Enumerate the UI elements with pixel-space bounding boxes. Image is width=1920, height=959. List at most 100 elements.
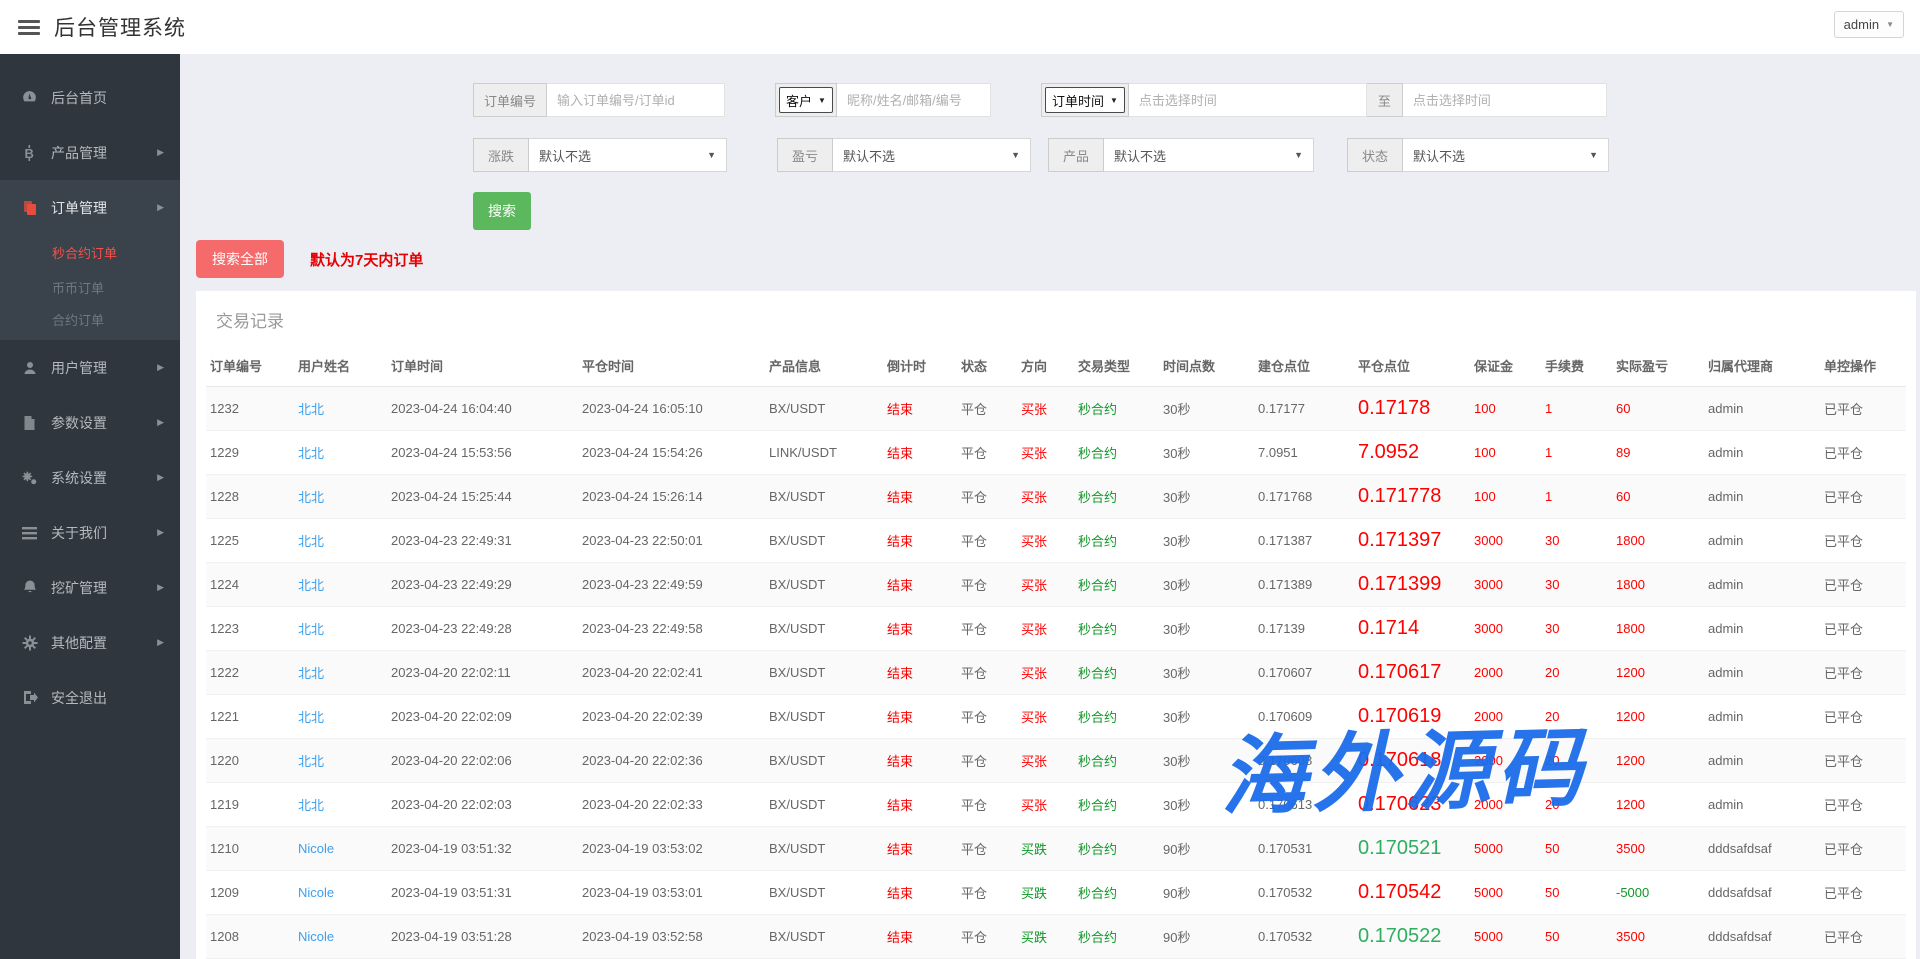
cell-type: 秒合约 — [1074, 431, 1159, 475]
cell-close_price: 0.171397 — [1354, 519, 1470, 563]
cell-profit: 1200 — [1612, 783, 1704, 827]
user-link[interactable]: 北北 — [298, 622, 324, 637]
cell-open_time: 2023-04-24 16:04:40 — [387, 387, 578, 431]
cell-id: 1223 — [206, 607, 294, 651]
user-link[interactable]: Nicole — [298, 841, 334, 856]
cell-direction: 买跌 — [1017, 915, 1074, 959]
product-select[interactable]: 默认不选 ▼ — [1104, 138, 1314, 172]
menu-toggle-icon[interactable] — [18, 17, 40, 38]
profit-select[interactable]: 默认不选 ▼ — [833, 138, 1031, 172]
cell-product: BX/USDT — [765, 475, 883, 519]
table-row: 1225北北2023-04-23 22:49:312023-04-23 22:5… — [206, 519, 1906, 563]
user-link[interactable]: 北北 — [298, 534, 324, 549]
cell-seconds: 90秒 — [1159, 915, 1254, 959]
cell-close_price: 0.170617 — [1354, 651, 1470, 695]
cell-direction: 买张 — [1017, 387, 1074, 431]
cell-status: 平仓 — [957, 827, 1017, 871]
cell-close_time: 2023-04-20 22:02:41 — [578, 651, 765, 695]
cell-fee: 1 — [1541, 387, 1612, 431]
sidebar-item-orders[interactable]: 订单管理 ▶ — [0, 180, 180, 235]
user-dropdown[interactable]: admin ▼ — [1834, 11, 1904, 38]
cell-fee: 20 — [1541, 695, 1612, 739]
time-end-input[interactable] — [1403, 83, 1607, 117]
cell-margin: 100 — [1470, 475, 1541, 519]
cell-agent: admin — [1704, 651, 1820, 695]
order-time-select[interactable]: 订单时间 ▼ — [1045, 87, 1125, 113]
updown-select[interactable]: 默认不选 ▼ — [529, 138, 727, 172]
cell-countdown: 结束 — [883, 871, 957, 915]
user-link[interactable]: 北北 — [298, 578, 324, 593]
cell-seconds: 90秒 — [1159, 871, 1254, 915]
cell-seconds: 30秒 — [1159, 695, 1254, 739]
cell-name: 北北 — [294, 431, 387, 475]
column-header: 平仓时间 — [578, 346, 765, 387]
cell-name: 北北 — [294, 607, 387, 651]
table-row: 1223北北2023-04-23 22:49:282023-04-23 22:4… — [206, 607, 1906, 651]
cell-product: BX/USDT — [765, 607, 883, 651]
chevron-right-icon: ▶ — [157, 527, 164, 538]
chevron-down-icon: ▼ — [1886, 20, 1894, 29]
cell-countdown: 结束 — [883, 695, 957, 739]
filter-order-no: 订单编号 — [473, 83, 725, 117]
cell-open_time: 2023-04-19 03:51:28 — [387, 915, 578, 959]
bitcoin-icon: B — [21, 144, 38, 161]
user-link[interactable]: 北北 — [298, 490, 324, 505]
customer-select[interactable]: 客户 ▼ — [779, 87, 833, 113]
order-no-input[interactable] — [547, 83, 725, 117]
cell-profit: 60 — [1612, 387, 1704, 431]
sidebar-item-about[interactable]: 关于我们 ▶ — [0, 505, 180, 560]
cell-countdown: 结束 — [883, 431, 957, 475]
cell-profit: 1200 — [1612, 651, 1704, 695]
user-link[interactable]: 北北 — [298, 446, 324, 461]
sidebar-item-system[interactable]: 系统设置 ▶ — [0, 450, 180, 505]
cell-open_price: 0.171768 — [1254, 475, 1354, 519]
sidebar-item-users[interactable]: 用户管理 ▶ — [0, 340, 180, 395]
orders-table: 订单编号用户姓名订单时间平仓时间产品信息倒计时状态方向交易类型时间点数建仓点位平… — [206, 346, 1906, 959]
cell-margin: 5000 — [1470, 915, 1541, 959]
status-select[interactable]: 默认不选 ▼ — [1403, 138, 1609, 172]
cell-close_price: 0.170521 — [1354, 827, 1470, 871]
column-header: 交易类型 — [1074, 346, 1159, 387]
user-link[interactable]: 北北 — [298, 798, 324, 813]
time-start-input[interactable] — [1129, 83, 1367, 117]
sidebar-item-params[interactable]: 参数设置 ▶ — [0, 395, 180, 450]
cell-agent: dddsafdsaf — [1704, 915, 1820, 959]
user-link[interactable]: 北北 — [298, 402, 324, 417]
cell-close_time: 2023-04-24 16:05:10 — [578, 387, 765, 431]
cell-name: 北北 — [294, 783, 387, 827]
cell-open_time: 2023-04-23 22:49:31 — [387, 519, 578, 563]
user-link[interactable]: 北北 — [298, 754, 324, 769]
cell-close_time: 2023-04-23 22:49:58 — [578, 607, 765, 651]
cell-margin: 2000 — [1470, 783, 1541, 827]
sidebar-item-products[interactable]: B 产品管理 ▶ — [0, 125, 180, 180]
search-all-button[interactable]: 搜索全部 — [196, 240, 284, 278]
sidebar-item-logout[interactable]: 安全退出 — [0, 670, 180, 725]
customer-input[interactable] — [837, 83, 991, 117]
cell-action: 已平仓 — [1820, 475, 1906, 519]
sidebar-item-other-config[interactable]: 其他配置 ▶ — [0, 615, 180, 670]
sidebar-subitem-spot-orders[interactable]: 币币订单 — [0, 270, 180, 305]
sidebar-item-mining[interactable]: 挖矿管理 ▶ — [0, 560, 180, 615]
cell-close_time: 2023-04-20 22:02:39 — [578, 695, 765, 739]
sign-out-icon — [21, 689, 38, 706]
cell-close_price: 0.170618 — [1354, 739, 1470, 783]
cell-type: 秒合约 — [1074, 651, 1159, 695]
cell-id: 1209 — [206, 871, 294, 915]
chevron-down-icon: ▼ — [1294, 150, 1303, 160]
cell-close_price: 7.0952 — [1354, 431, 1470, 475]
cell-type: 秒合约 — [1074, 519, 1159, 563]
user-link[interactable]: Nicole — [298, 885, 334, 900]
sidebar-subitem-seconds-orders[interactable]: 秒合约订单 — [0, 235, 180, 270]
cell-profit: 1800 — [1612, 519, 1704, 563]
sidebar-item-home[interactable]: 后台首页 — [0, 70, 180, 125]
user-link[interactable]: 北北 — [298, 710, 324, 725]
user-link[interactable]: Nicole — [298, 929, 334, 944]
user-link[interactable]: 北北 — [298, 666, 324, 681]
cell-status: 平仓 — [957, 387, 1017, 431]
cell-open_time: 2023-04-19 03:51:31 — [387, 871, 578, 915]
search-button[interactable]: 搜索 — [473, 192, 531, 230]
cell-margin: 100 — [1470, 431, 1541, 475]
cell-type: 秒合约 — [1074, 827, 1159, 871]
sidebar-subitem-contract-orders[interactable]: 合约订单 — [0, 305, 180, 340]
cell-open_price: 0.171387 — [1254, 519, 1354, 563]
